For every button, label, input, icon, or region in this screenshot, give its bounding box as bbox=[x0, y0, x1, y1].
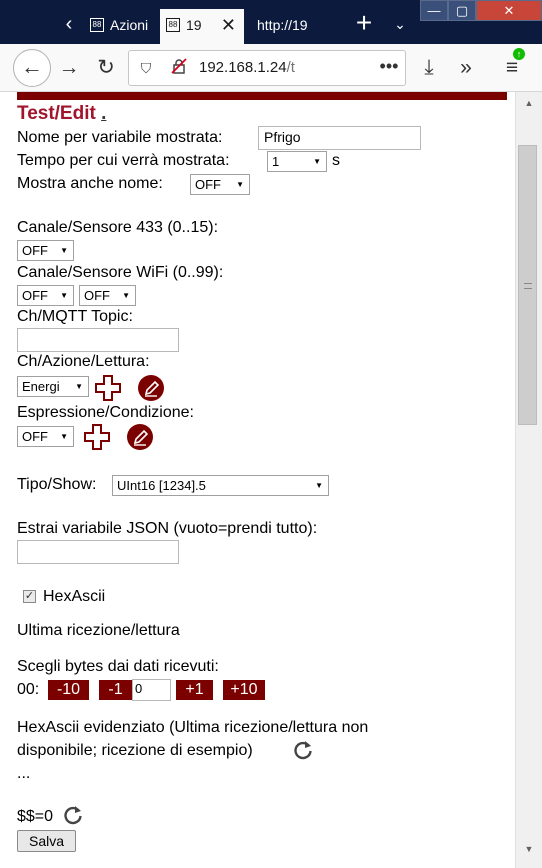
url-path: /t bbox=[286, 59, 295, 76]
insecure-lock-icon[interactable] bbox=[169, 58, 189, 78]
new-tab-icon[interactable]: + bbox=[346, 9, 382, 39]
time-select[interactable]: 1 ▼ bbox=[267, 151, 327, 172]
tab-favicon-icon: 88 bbox=[90, 18, 104, 32]
window-close-icon[interactable]: ✕ bbox=[476, 0, 542, 21]
update-badge-icon: ↑ bbox=[513, 48, 525, 60]
mqtt-label: Ch/MQTT Topic: bbox=[17, 308, 133, 325]
chevron-down-icon: ▼ bbox=[60, 246, 68, 255]
display-name-label: Nome per variabile mostrata: bbox=[17, 129, 223, 146]
tab-close-icon[interactable]: ✕ bbox=[221, 9, 236, 42]
show-name-select[interactable]: OFF ▼ bbox=[190, 174, 250, 195]
bytes-offset-input[interactable]: 0 bbox=[132, 679, 171, 701]
page-actions-icon[interactable]: ••• bbox=[375, 51, 403, 85]
time-label: Tempo per cui verrà mostrata: bbox=[17, 152, 230, 169]
chevron-down-icon: ▼ bbox=[315, 481, 323, 490]
channel433-label: Canale/Sensore 433 (0..15): bbox=[17, 219, 219, 236]
scroll-up-icon[interactable]: ▲ bbox=[516, 94, 542, 112]
chevron-down-icon: ▼ bbox=[236, 180, 244, 189]
show-name-label: Mostra anche nome: bbox=[17, 175, 163, 192]
chevron-down-icon: ▼ bbox=[122, 291, 130, 300]
chevron-down-icon: ▼ bbox=[313, 157, 321, 166]
wifi-select-2[interactable]: OFF ▼ bbox=[79, 285, 136, 306]
minus1-button[interactable]: -1 bbox=[99, 680, 132, 700]
edit-icon[interactable] bbox=[126, 423, 154, 451]
action-select[interactable]: Energi ▼ bbox=[17, 376, 89, 397]
display-name-input[interactable]: Pfrigo bbox=[258, 126, 421, 150]
chevron-down-icon: ▼ bbox=[75, 382, 83, 391]
chevron-down-icon: ▼ bbox=[60, 291, 68, 300]
tab-title: Azioni bbox=[110, 17, 149, 33]
window-controls: — ▢ ✕ bbox=[420, 0, 542, 22]
forward-arrow-icon[interactable]: → bbox=[55, 54, 83, 82]
scroll-down-icon[interactable]: ▼ bbox=[516, 840, 542, 858]
tab-scroll-left-icon[interactable]: ‹ bbox=[56, 9, 82, 39]
expression-select[interactable]: OFF ▼ bbox=[17, 426, 74, 447]
tab-active[interactable]: 88 19 ✕ bbox=[160, 9, 244, 44]
highlight-text-line2: disponibile; ricezione di esempio) bbox=[17, 742, 253, 759]
plus10-button[interactable]: +10 bbox=[223, 680, 265, 700]
back-arrow-icon[interactable]: ← bbox=[13, 49, 51, 87]
hexascii-checkbox[interactable]: ✓ bbox=[23, 590, 36, 603]
last-reception-text: Ultima ricezione/lettura bbox=[17, 622, 180, 639]
maximize-icon[interactable]: ▢ bbox=[448, 0, 476, 21]
tab-title: http://19 bbox=[257, 17, 308, 33]
header-bar bbox=[17, 92, 507, 100]
title-link[interactable]: . bbox=[101, 103, 106, 124]
bytes-prefix: 00: bbox=[17, 681, 40, 698]
grip-icon bbox=[524, 283, 532, 289]
ellipsis-text: ... bbox=[17, 765, 31, 782]
mqtt-topic-input[interactable] bbox=[17, 328, 179, 352]
type-select[interactable]: UInt16 [1234].5 ▼ bbox=[112, 475, 329, 496]
page-title: Test/Edit . bbox=[17, 103, 107, 124]
wifi-select-1[interactable]: OFF ▼ bbox=[17, 285, 74, 306]
refresh-icon[interactable] bbox=[292, 739, 314, 761]
reload-icon[interactable]: ↻ bbox=[92, 54, 120, 82]
json-label: Estrai variabile JSON (vuoto=prendi tutt… bbox=[17, 520, 318, 537]
scrollbar-thumb[interactable] bbox=[518, 145, 537, 425]
tab-http[interactable]: http://19 bbox=[248, 9, 340, 44]
time-unit: s bbox=[332, 152, 340, 169]
chevron-down-icon[interactable]: ⌄ bbox=[386, 9, 414, 39]
download-icon[interactable]: ⤓ bbox=[415, 54, 443, 82]
channel433-select[interactable]: OFF ▼ bbox=[17, 240, 74, 261]
url-bar[interactable]: ⛉ 192.168.1.24/t ••• bbox=[128, 50, 406, 86]
title-bar: ‹ 88 Azioni 88 19 ✕ http://19 + ⌄ — ▢ ✕ bbox=[0, 0, 542, 44]
expression-label: Espressione/Condizione: bbox=[17, 404, 194, 421]
tab-title: 19 bbox=[186, 17, 202, 33]
vertical-scrollbar[interactable]: ▲ ▼ bbox=[515, 92, 542, 868]
tracking-shield-icon[interactable]: ⛉ bbox=[137, 59, 155, 77]
wifi-label: Canale/Sensore WiFi (0..99): bbox=[17, 264, 224, 281]
page-viewport: Test/Edit . Nome per variabile mostrata:… bbox=[0, 92, 515, 868]
bytes-label: Scegli bytes dai dati ricevuti: bbox=[17, 658, 219, 675]
add-icon[interactable] bbox=[83, 423, 111, 451]
action-label: Ch/Azione/Lettura: bbox=[17, 353, 150, 370]
tab-azioni[interactable]: 88 Azioni bbox=[84, 9, 156, 44]
plus1-button[interactable]: +1 bbox=[176, 680, 213, 700]
refresh-icon[interactable] bbox=[62, 804, 84, 826]
highlight-text-line1: HexAscii evidenziato (Ultima ricezione/l… bbox=[17, 719, 369, 736]
nav-bar: ← → ↻ ⛉ 192.168.1.24/t ••• ⤓ » ≡ ↑ bbox=[0, 44, 542, 92]
save-button[interactable]: Salva bbox=[17, 830, 76, 852]
url-text[interactable]: 192.168.1.24/t bbox=[199, 51, 295, 85]
overflow-menu-icon[interactable]: » bbox=[452, 54, 480, 82]
tab-favicon-icon: 88 bbox=[166, 18, 180, 32]
minimize-icon[interactable]: — bbox=[420, 0, 448, 21]
json-input[interactable] bbox=[17, 540, 179, 564]
type-label: Tipo/Show: bbox=[17, 476, 97, 493]
hexascii-label: HexAscii bbox=[43, 588, 106, 605]
add-icon[interactable] bbox=[94, 374, 122, 402]
minus10-button[interactable]: -10 bbox=[48, 680, 89, 700]
chevron-down-icon: ▼ bbox=[60, 432, 68, 441]
dollar-value: $$=0 bbox=[17, 808, 54, 825]
url-host: 192.168.1.24 bbox=[199, 59, 287, 76]
edit-icon[interactable] bbox=[137, 374, 165, 402]
